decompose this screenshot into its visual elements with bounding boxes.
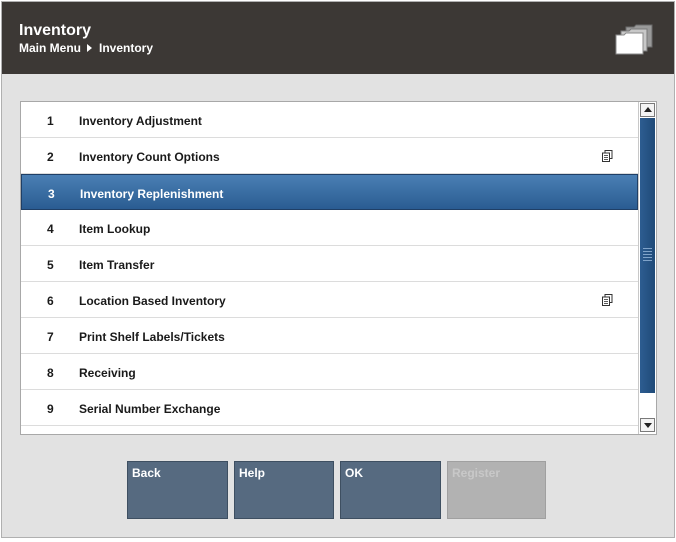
- menu-item-2[interactable]: 2 Inventory Count Options: [21, 138, 638, 174]
- menu-item-8[interactable]: 8 Receiving: [21, 354, 638, 390]
- menu-item-number: 4: [47, 222, 54, 236]
- help-button[interactable]: Help: [234, 461, 334, 519]
- grip-icon: [643, 248, 652, 262]
- menu-item-5[interactable]: 5 Item Transfer: [21, 246, 638, 282]
- menu-item-label: Inventory Replenishment: [80, 187, 224, 201]
- document-icon: [602, 150, 613, 162]
- menu-item-number: 6: [47, 294, 54, 308]
- menu-item-label: Location Based Inventory: [79, 294, 226, 308]
- arrow-down-icon: [644, 423, 652, 428]
- scroll-down-button[interactable]: [640, 418, 655, 432]
- breadcrumb-item-inventory: Inventory: [99, 41, 154, 55]
- menu-item-label: Serial Number Exchange: [79, 402, 221, 416]
- menu-item-label: Item Lookup: [79, 222, 151, 236]
- menu-item-label: Inventory Adjustment: [79, 114, 202, 128]
- menu-item-number: 7: [47, 330, 54, 344]
- menu-item-label: Print Shelf Labels/Tickets: [79, 330, 225, 344]
- page-title: Inventory: [19, 22, 92, 39]
- menu-item-number: 8: [47, 366, 54, 380]
- folders-icon: [615, 24, 653, 55]
- menu-item-1[interactable]: 1 Inventory Adjustment: [21, 102, 638, 138]
- menu-item-9[interactable]: 9 Serial Number Exchange: [21, 390, 638, 426]
- header-bar: Inventory Main Menu Inventory: [2, 2, 674, 74]
- breadcrumb-item-main-menu[interactable]: Main Menu: [19, 41, 81, 55]
- scroll-up-button[interactable]: [640, 103, 655, 117]
- menu-item-number: 9: [47, 402, 54, 416]
- menu-list: 1 Inventory Adjustment 2 Inventory Count Op…: [21, 102, 638, 426]
- menu-item-4[interactable]: 4 Item Lookup: [21, 210, 638, 246]
- menu-item-6[interactable]: 6 Location Based Inventory: [21, 282, 638, 318]
- menu-item-number: 3: [48, 187, 55, 201]
- arrow-up-icon: [644, 107, 652, 112]
- app-window: Inventory Main Menu Inventory 1 Inventory…: [1, 1, 675, 538]
- register-button: Register: [447, 461, 546, 519]
- menu-item-3[interactable]: 3 Inventory Replenishment: [21, 174, 638, 210]
- vertical-scrollbar[interactable]: [638, 102, 656, 434]
- menu-item-number: 1: [47, 114, 54, 128]
- menu-item-7[interactable]: 7 Print Shelf Labels/Tickets: [21, 318, 638, 354]
- menu-item-label: Receiving: [79, 366, 136, 380]
- chevron-right-icon: [87, 44, 92, 52]
- menu-list-panel: 1 Inventory Adjustment 2 Inventory Count Op…: [20, 101, 657, 435]
- menu-item-label: Item Transfer: [79, 258, 155, 272]
- menu-item-number: 5: [47, 258, 54, 272]
- menu-item-number: 2: [47, 150, 54, 164]
- breadcrumb: Main Menu Inventory: [19, 41, 153, 55]
- scrollbar-thumb[interactable]: [640, 118, 655, 393]
- back-button[interactable]: Back: [127, 461, 228, 519]
- ok-button[interactable]: OK: [340, 461, 441, 519]
- document-icon: [602, 294, 613, 306]
- menu-item-label: Inventory Count Options: [79, 150, 220, 164]
